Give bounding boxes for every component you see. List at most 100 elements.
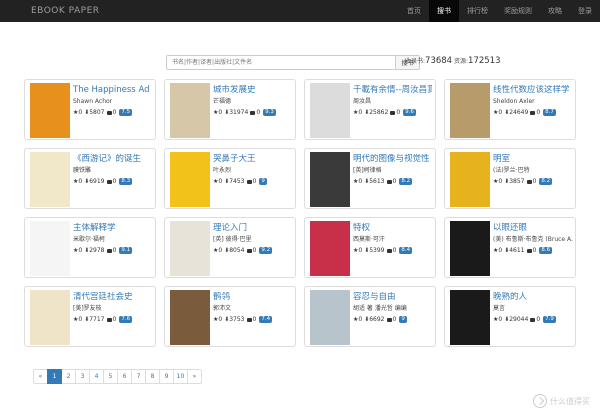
page-next-button[interactable]: »: [187, 369, 202, 384]
book-title-link[interactable]: 鹡鸰: [213, 292, 292, 303]
book-cover[interactable]: [30, 290, 70, 345]
book-card[interactable]: 《西游记》的诞生 膜铁雕 ★0 ⬇6919 0 8.3: [24, 148, 156, 209]
rating-badge: 8.2: [539, 178, 553, 185]
book-title-link[interactable]: 哭鼻子大王: [213, 154, 292, 165]
page-button[interactable]: 8: [145, 369, 160, 384]
book-cover[interactable]: [30, 83, 70, 138]
book-card[interactable]: The Happiness Ad Shawn Achor ★0 ⬇5807 0 7.5: [24, 79, 156, 140]
book-card[interactable]: 以眼还眼 (美) 布鲁斯·布鲁克 (Bruce A. ★0 ⬇4611 0 8.6: [444, 217, 576, 278]
book-title-link[interactable]: 理论入门: [213, 223, 292, 234]
star-count: ★0: [493, 178, 503, 185]
book-card[interactable]: 特权 西莫斯·可汗 ★0 ⬇5399 0 8.4: [304, 217, 436, 278]
rating-badge: 9.6: [403, 109, 416, 116]
book-info: 明室 (法)罗兰·巴特 ★0 ⬇3857 0 8.2: [493, 154, 572, 185]
book-card[interactable]: 线性代数应该这样学 Sheldon Axler ★0 ⬇24649 0 8.7: [444, 79, 576, 140]
book-meta: ★0 ⬇6919 0 8.3: [73, 178, 152, 185]
book-card[interactable]: 鹡鸰 郭沛文 ★0 ⬇3753 0 7.4: [164, 286, 296, 347]
brand-logo[interactable]: EBOOK PAPER: [31, 0, 100, 22]
book-cover[interactable]: [170, 152, 210, 207]
download-count: ⬇5807: [84, 109, 105, 116]
book-cover[interactable]: [310, 83, 350, 138]
book-info: 鹡鸰 郭沛文 ★0 ⬇3753 0 7.4: [213, 292, 292, 323]
nav-guide[interactable]: 攻略: [540, 0, 570, 22]
page-prev-button[interactable]: «: [33, 369, 48, 384]
book-info: 容忍与自由 胡适 著 潘光哲 编编 ★0 ⬇6692 0 9: [353, 292, 432, 323]
watermark-text: 什么值得买: [550, 396, 590, 406]
pagination: «1 2 3 4 5 6 7 8 9 10»: [33, 369, 202, 384]
book-card[interactable]: 明室 (法)罗兰·巴特 ★0 ⬇3857 0 8.2: [444, 148, 576, 209]
book-meta: ★0 ⬇5613 0 8.2: [353, 178, 432, 185]
book-title-link[interactable]: 千載有余情--周汝昌賞: [353, 85, 432, 96]
book-cover[interactable]: [450, 152, 490, 207]
nav-home[interactable]: 首页: [399, 0, 429, 22]
book-cover[interactable]: [170, 83, 210, 138]
comment-count: 0: [396, 109, 401, 116]
book-title-link[interactable]: 清代宫廷社会史: [73, 292, 152, 303]
book-cover[interactable]: [450, 290, 490, 345]
book-card[interactable]: 哭鼻子大王 叶永烈 ★0 ⬇7453 0 9: [164, 148, 296, 209]
book-card[interactable]: 容忍与自由 胡适 著 潘光哲 编编 ★0 ⬇6692 0 9: [304, 286, 436, 347]
page-button[interactable]: 6: [117, 369, 132, 384]
book-card[interactable]: 主体解释学 米歇尔·福柯 ★0 ⬇2978 0 9.1: [24, 217, 156, 278]
page-button[interactable]: 4: [89, 369, 104, 384]
book-card[interactable]: 清代宫廷社会史 [美]罗友枝 ★0 ⬇7717 0 7.6: [24, 286, 156, 347]
page-button[interactable]: 5: [103, 369, 118, 384]
comment-count: 0: [112, 247, 117, 254]
book-title-link[interactable]: 城市发展史: [213, 85, 292, 96]
book-card[interactable]: 明代的图像与视觉性 [英]柯律格 ★0 ⬇5613 0 8.2: [304, 148, 436, 209]
search-input[interactable]: [166, 55, 396, 70]
book-cover[interactable]: [170, 221, 210, 276]
nav-login[interactable]: 登录: [570, 0, 600, 22]
book-title-link[interactable]: 容忍与自由: [353, 292, 432, 303]
book-title-link[interactable]: 主体解释学: [73, 223, 152, 234]
page-button[interactable]: 2: [61, 369, 76, 384]
book-cover[interactable]: [30, 221, 70, 276]
comment-icon: [106, 248, 112, 253]
book-title-link[interactable]: 明室: [493, 154, 572, 165]
rating-badge: 8.6: [539, 247, 553, 254]
page-button[interactable]: 1: [47, 369, 62, 384]
book-cover[interactable]: [310, 290, 350, 345]
books-count-label: 收录书:: [405, 58, 426, 65]
book-card[interactable]: 千載有余情--周汝昌賞 周汝昌 ★0 ⬇25862 0 9.6: [304, 79, 436, 140]
book-title-link[interactable]: 《西游记》的诞生: [73, 154, 152, 165]
book-title-link[interactable]: 线性代数应该这样学: [493, 85, 572, 96]
nav-rankings[interactable]: 排行榜: [459, 0, 496, 22]
comment-count: 0: [252, 178, 257, 185]
book-card[interactable]: 城市发展史 芒福德 ★0 ⬇31974 0 9.3: [164, 79, 296, 140]
book-title-link[interactable]: 特权: [353, 223, 432, 234]
book-cover[interactable]: [450, 83, 490, 138]
book-info: The Happiness Ad Shawn Achor ★0 ⬇5807 0 7.5: [73, 85, 152, 116]
book-cover[interactable]: [450, 221, 490, 276]
book-title-link[interactable]: 明代的图像与视觉性: [353, 154, 432, 165]
download-count: ⬇3753: [224, 316, 245, 323]
nav-rewards[interactable]: 奖励规则: [496, 0, 540, 22]
star-count: ★0: [493, 316, 503, 323]
book-cover[interactable]: [30, 152, 70, 207]
comment-count: 0: [252, 316, 257, 323]
book-meta: ★0 ⬇4611 0 8.6: [493, 247, 572, 254]
page-button[interactable]: 9: [159, 369, 174, 384]
book-author: [英] 彼得·巴里: [213, 236, 252, 243]
book-title-link[interactable]: 晚熟的人: [493, 292, 572, 303]
comment-count: 0: [532, 178, 537, 185]
book-meta: ★0 ⬇8054 0 9.2: [213, 247, 292, 254]
book-meta: ★0 ⬇7717 0 7.6: [73, 316, 152, 323]
page-button[interactable]: 3: [75, 369, 90, 384]
comment-icon: [106, 110, 112, 115]
book-title-link[interactable]: The Happiness Ad: [73, 85, 152, 96]
book-card[interactable]: 晚熟的人 莫言 ★0 ⬇29044 0 7.9: [444, 286, 576, 347]
nav-search-books[interactable]: 搜书: [429, 0, 459, 22]
page-button[interactable]: 7: [131, 369, 146, 384]
download-count: ⬇6919: [84, 178, 105, 185]
book-author: 莫言: [493, 305, 506, 312]
page-button[interactable]: 10: [173, 369, 188, 384]
book-card[interactable]: 理论入门 [英] 彼得·巴里 ★0 ⬇8054 0 9.2: [164, 217, 296, 278]
comment-count: 0: [392, 178, 397, 185]
book-meta: ★0 ⬇3753 0 7.4: [213, 316, 292, 323]
book-cover[interactable]: [170, 290, 210, 345]
book-title-link[interactable]: 以眼还眼: [493, 223, 572, 234]
rating-badge: 9.1: [119, 247, 133, 254]
book-cover[interactable]: [310, 221, 350, 276]
book-cover[interactable]: [310, 152, 350, 207]
